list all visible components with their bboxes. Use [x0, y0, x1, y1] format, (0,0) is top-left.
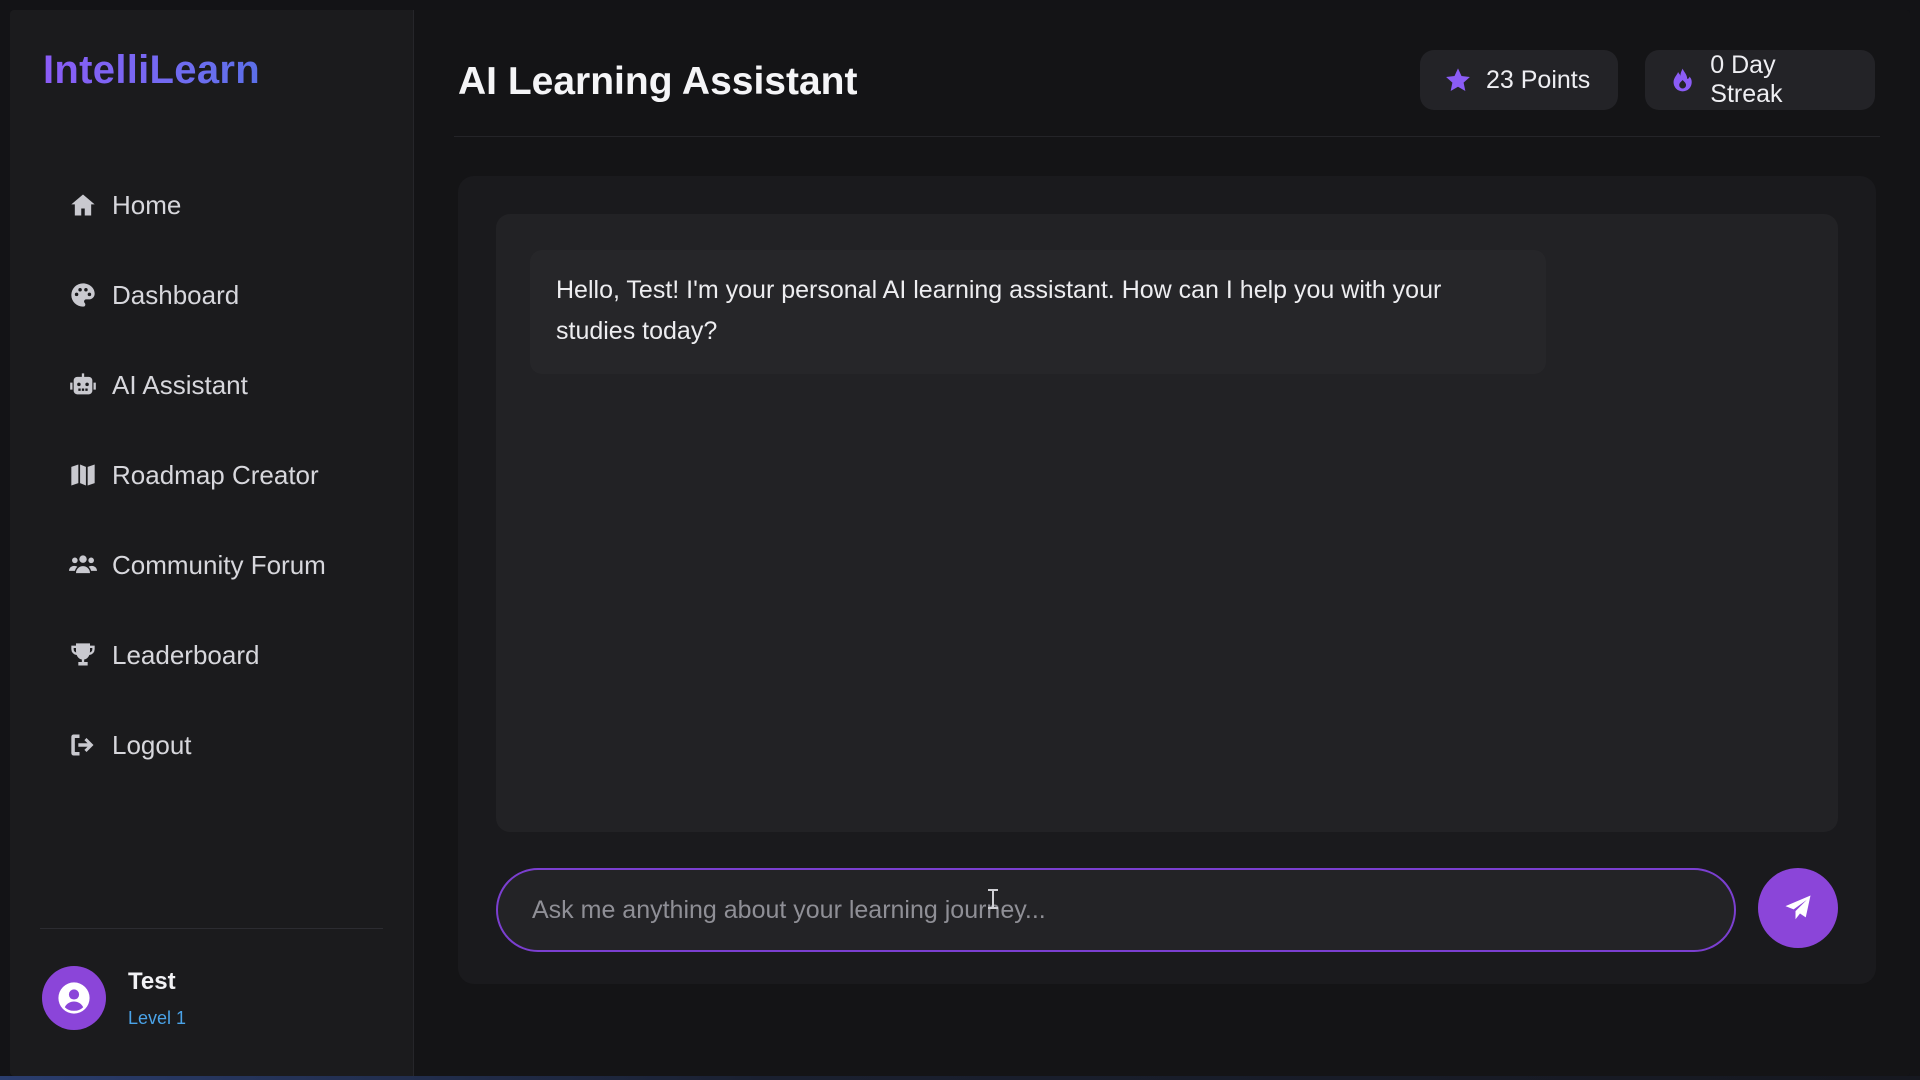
sidebar-item-label: Dashboard	[112, 279, 240, 310]
app-logo[interactable]: IntelliLearn	[43, 48, 260, 93]
users-icon	[68, 550, 98, 580]
sidebar-item-label: Community Forum	[112, 549, 326, 580]
map-icon	[68, 460, 98, 490]
sidebar-item-logout[interactable]: Logout	[10, 700, 413, 790]
paper-plane-icon	[1785, 895, 1811, 920]
robot-icon	[68, 370, 98, 400]
trophy-icon	[68, 640, 98, 670]
window-bottom-edge	[0, 1076, 1920, 1080]
user-level: Level 1	[128, 1007, 187, 1028]
logout-icon	[68, 730, 98, 760]
user-profile[interactable]: Test Level 1	[42, 966, 186, 1030]
sidebar-item-home[interactable]: Home	[10, 160, 413, 250]
sidebar-item-roadmap-creator[interactable]: Roadmap Creator	[10, 430, 413, 520]
streak-badge: 0 Day Streak	[1645, 50, 1875, 110]
sidebar-item-community-forum[interactable]: Community Forum	[10, 520, 413, 610]
sidebar-nav: Home Dashboard AI Assistant Roadmap Crea…	[10, 160, 413, 790]
fire-icon	[1673, 68, 1692, 92]
main-content: AI Learning Assistant 23 Points 0 Day St…	[414, 10, 1910, 1076]
sidebar-item-label: Home	[112, 189, 182, 220]
sidebar-item-dashboard[interactable]: Dashboard	[10, 250, 413, 340]
sidebar: IntelliLearn Home Dashboard AI Assistant	[10, 10, 414, 1076]
sidebar-item-label: Leaderboard	[112, 639, 260, 670]
home-icon	[68, 190, 98, 220]
page-title: AI Learning Assistant	[458, 60, 858, 103]
sidebar-item-leaderboard[interactable]: Leaderboard	[10, 610, 413, 700]
palette-icon	[68, 280, 98, 310]
chat-input-row	[496, 868, 1838, 952]
streak-label: 0 Day Streak	[1710, 51, 1783, 108]
header-divider	[454, 136, 1880, 137]
star-icon	[1446, 68, 1470, 91]
chat-panel: Hello, Test! I'm your personal AI learni…	[458, 176, 1876, 984]
avatar[interactable]	[42, 966, 106, 1030]
points-label: 23 Points	[1486, 65, 1591, 94]
chat-messages[interactable]: Hello, Test! I'm your personal AI learni…	[496, 214, 1838, 832]
app-window: IntelliLearn Home Dashboard AI Assistant	[10, 10, 1910, 1076]
user-circle-icon	[58, 982, 90, 1014]
user-name: Test	[128, 967, 176, 995]
sidebar-item-label: Logout	[112, 729, 192, 760]
sidebar-item-label: Roadmap Creator	[112, 459, 319, 490]
sidebar-divider	[40, 928, 383, 929]
text-cursor	[988, 889, 998, 909]
assistant-message: Hello, Test! I'm your personal AI learni…	[530, 250, 1546, 374]
chat-input[interactable]	[496, 868, 1736, 952]
sidebar-item-ai-assistant[interactable]: AI Assistant	[10, 340, 413, 430]
sidebar-item-label: AI Assistant	[112, 369, 248, 400]
points-badge: 23 Points	[1420, 50, 1618, 110]
send-button[interactable]	[1758, 868, 1838, 948]
